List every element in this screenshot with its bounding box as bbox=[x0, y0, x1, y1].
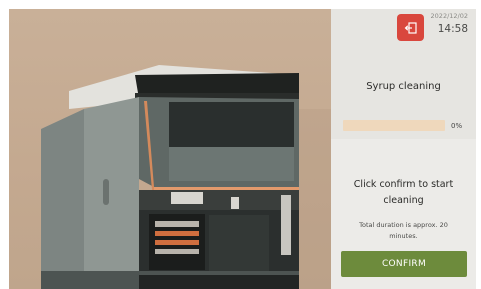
machine-photo bbox=[9, 9, 331, 289]
progress-bar bbox=[343, 120, 445, 131]
control-panel: 2022/12/02 14:58 Syrup cleaning 0% Click… bbox=[331, 9, 476, 289]
exit-icon bbox=[404, 21, 417, 34]
instruction-text: Click confirm to start cleaning bbox=[353, 179, 454, 206]
duration-note: Total duration is approx. 20 minutes. bbox=[359, 221, 448, 240]
coffee-machine-image bbox=[41, 65, 331, 289]
time-label: 14:58 bbox=[437, 23, 468, 35]
date-label: 2022/12/02 bbox=[430, 12, 468, 20]
exit-button[interactable] bbox=[397, 14, 424, 41]
confirm-button[interactable]: CONFIRM bbox=[341, 251, 467, 277]
progress-percent: 0% bbox=[451, 122, 463, 130]
page-title: Syrup cleaning bbox=[366, 81, 441, 92]
cleaning-screen: 2022/12/02 14:58 Syrup cleaning 0% Click… bbox=[9, 9, 476, 289]
